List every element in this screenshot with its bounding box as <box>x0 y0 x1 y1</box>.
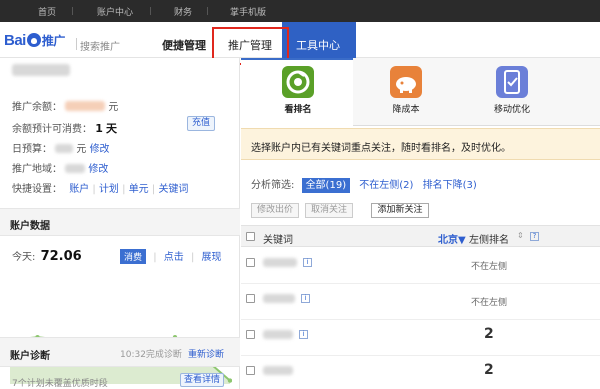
section-title: 账户诊断 <box>10 351 50 362</box>
divider <box>150 7 151 15</box>
quick-plan-link[interactable]: 计划 <box>99 184 119 195</box>
table-row: i 不在左侧 <box>241 284 600 320</box>
feature-rank[interactable]: 看排名 <box>263 66 333 115</box>
piggy-bank-icon <box>390 66 422 98</box>
mobile-check-icon <box>496 66 528 98</box>
top-navbar: 首页 账户中心 财务 掌手机版 <box>0 0 600 22</box>
days-row: 余额预计可消费： 1 天 <box>12 122 118 135</box>
diagnosis-section: 账户诊断 10:32完成诊断 重新诊断 <box>0 337 240 367</box>
table-row: i 2 <box>241 320 600 356</box>
header: Bai 推广 搜索推广 便捷管理 推广管理 工具中心 <box>0 22 600 65</box>
today-row: 今天: 72.06 <box>12 249 82 264</box>
right-panel: 看排名 降成本 移动优化 选择账户内已有关键词重点关注，随时看排名，及时优化。 … <box>241 58 600 389</box>
table-header: 关键词 北京▼ 左侧排名 ⇕ ? <box>241 225 600 247</box>
balance-row: 推广余额： 元 <box>12 101 119 113</box>
feature-mobile-opt[interactable]: 移动优化 <box>477 66 547 115</box>
rank-value: 2 <box>484 326 494 342</box>
region-row: 推广地域： 修改 <box>12 164 109 175</box>
col-keyword: 关键词 <box>263 235 293 246</box>
edit-budget-link[interactable]: 修改 <box>90 144 110 155</box>
baidu-logo[interactable]: Bai 推广 <box>4 32 65 49</box>
sort-icon[interactable]: ⇕ <box>517 231 524 240</box>
region-dropdown[interactable]: 北京▼ <box>438 231 466 246</box>
left-panel: 推广余额： 元 余额预计可消费： 1 天 充值 日预算： 元 修改 推广地域： … <box>0 58 240 389</box>
keyword-blurred <box>263 366 293 375</box>
rank-value: 不在左侧 <box>471 298 508 308</box>
rank-value: 2 <box>484 362 494 378</box>
rediagnose-link[interactable]: 重新诊断 <box>188 347 224 360</box>
info-icon[interactable]: i <box>303 258 312 267</box>
topbar-mobile-link[interactable]: 掌手机版 <box>230 5 266 18</box>
keyword-blurred <box>263 294 295 303</box>
filter-rank-down[interactable]: 排名下降(3) <box>423 180 477 191</box>
feature-label: 看排名 <box>284 105 312 115</box>
feature-reduce-cost[interactable]: 降成本 <box>371 66 441 115</box>
help-icon[interactable]: ? <box>530 232 539 241</box>
account-name-blurred <box>12 64 70 76</box>
quick-account-link[interactable]: 账户 <box>69 184 89 195</box>
row-checkbox[interactable] <box>246 330 255 339</box>
section-title: 账户数据 <box>10 221 50 232</box>
account-data-section: 账户数据 <box>0 208 240 236</box>
quick-keyword-link[interactable]: 关键词 <box>158 184 188 195</box>
filter-not-left[interactable]: 不在左侧(2) <box>359 180 413 191</box>
today-value: 72.06 <box>40 249 82 264</box>
keyword-blurred <box>263 330 293 339</box>
balance-value-blurred <box>65 101 106 111</box>
budget-value-blurred <box>55 144 74 153</box>
topbar-home-link[interactable]: 首页 <box>38 5 56 18</box>
edit-region-link[interactable]: 修改 <box>88 164 108 175</box>
feature-tabs: 看排名 降成本 移动优化 <box>241 58 600 126</box>
topbar-finance-link[interactable]: 财务 <box>174 5 192 18</box>
tab-clicks[interactable]: 点击 <box>164 252 184 263</box>
target-icon <box>282 66 314 98</box>
info-icon[interactable]: i <box>299 330 308 339</box>
info-icon[interactable]: i <box>301 294 310 303</box>
region-value-blurred <box>65 164 86 173</box>
chart-point[interactable] <box>227 378 232 383</box>
unfollow-button[interactable]: 取消关注 <box>305 203 353 218</box>
feature-label: 移动优化 <box>493 105 530 115</box>
divider <box>76 38 77 50</box>
daily-budget-row: 日预算： 元 修改 <box>12 144 110 155</box>
row-checkbox[interactable] <box>246 366 255 375</box>
view-details-button[interactable]: 查看详情 <box>180 373 224 387</box>
add-follow-button[interactable]: 添加新关注 <box>371 203 429 218</box>
nav-tools-center[interactable]: 工具中心 <box>296 37 340 53</box>
diagnosis-warning: 7个计划未覆盖优质时段 <box>12 379 108 389</box>
diagnosis-time: 10:32完成诊断 <box>120 350 182 360</box>
recharge-button[interactable]: 充值 <box>187 116 215 131</box>
tab-impressions[interactable]: 展现 <box>202 252 222 263</box>
divider <box>72 7 73 15</box>
select-all-checkbox[interactable] <box>246 232 255 241</box>
table-row: i 不在左侧 <box>241 248 600 284</box>
topbar-account-link[interactable]: 账户中心 <box>97 5 133 18</box>
paw-icon <box>26 33 41 47</box>
table-row: 2 <box>241 356 600 389</box>
row-checkbox[interactable] <box>246 294 255 303</box>
edit-bid-button[interactable]: 修改出价 <box>251 203 299 218</box>
header-subtitle: 搜索推广 <box>80 42 120 53</box>
row-checkbox[interactable] <box>246 258 255 267</box>
feature-label: 降成本 <box>392 105 420 115</box>
col-left-rank[interactable]: 左侧排名 <box>469 231 509 246</box>
notice-banner: 选择账户内已有关键词重点关注，随时看排名，及时优化。 <box>241 128 600 160</box>
keyword-blurred <box>263 258 297 267</box>
divider <box>207 7 208 15</box>
data-tabs: 消费 | 点击 | 展现 <box>120 248 222 264</box>
quick-unit-link[interactable]: 单元 <box>129 184 149 195</box>
tab-spend[interactable]: 消费 <box>120 249 147 264</box>
quick-settings-row: 快捷设置： 账户 | 计划 | 单元 | 关键词 <box>12 184 189 195</box>
filter-bar: 分析筛选: 全部(19) 不在左侧(2) 排名下降(3) <box>251 178 477 193</box>
filter-all[interactable]: 全部(19) <box>301 178 351 193</box>
rank-value: 不在左侧 <box>471 262 508 272</box>
